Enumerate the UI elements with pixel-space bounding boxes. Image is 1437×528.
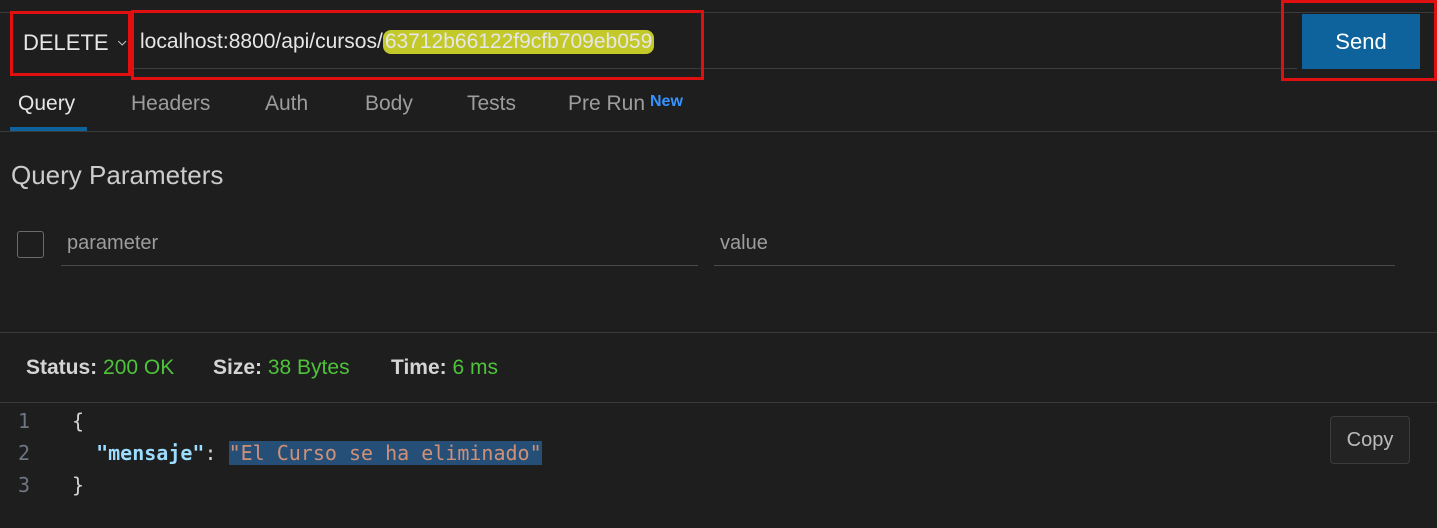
code-line: { — [72, 409, 84, 433]
value-input[interactable]: value — [714, 222, 1395, 266]
time-label: Time: — [391, 356, 447, 379]
url-text[interactable]: localhost:8800/api/cursos/63712b66122f9c… — [140, 14, 1290, 69]
response-divider — [0, 402, 1437, 403]
tab-auth[interactable]: Auth — [265, 92, 308, 116]
time-value: 6 ms — [452, 356, 498, 379]
line-number: 1 — [18, 409, 31, 433]
line-number: 2 — [18, 441, 31, 465]
line-number: 3 — [18, 473, 31, 497]
size-label: Size: — [213, 356, 263, 379]
json-close-brace: } — [72, 473, 85, 497]
method-dropdown[interactable]: DELETE — [13, 14, 127, 72]
json-string-value: "El Curso se ha eliminado" — [228, 441, 542, 465]
status-label: Status: — [26, 356, 98, 379]
status-value: 200 OK — [103, 356, 175, 379]
tab-tests[interactable]: Tests — [467, 92, 516, 116]
tab-body[interactable]: Body — [365, 92, 413, 116]
tab-query[interactable]: Query — [18, 92, 75, 116]
url-prefix: localhost:8800/api/cursos/ — [140, 29, 383, 53]
send-button[interactable]: Send — [1302, 14, 1420, 69]
new-badge: New — [650, 93, 683, 110]
tab-prerun[interactable]: Pre Run — [568, 92, 645, 116]
query-parameters-title: Query Parameters — [11, 160, 224, 190]
request-tabs: Query Headers Auth Body Tests Pre Run Ne… — [0, 84, 1437, 132]
top-border — [0, 12, 1437, 13]
section-divider — [0, 332, 1437, 333]
chevron-down-icon — [117, 40, 127, 46]
parameter-input[interactable]: parameter — [61, 222, 698, 266]
code-line: } — [72, 473, 84, 497]
parameter-checkbox[interactable] — [17, 231, 44, 258]
json-key: "mensaje" — [96, 441, 205, 465]
tab-headers[interactable]: Headers — [131, 92, 210, 116]
method-label: DELETE — [23, 30, 109, 55]
url-field[interactable]: localhost:8800/api/cursos/63712b66122f9c… — [133, 14, 1297, 69]
code-line: "mensaje": "El Curso se ha eliminado" — [72, 441, 542, 465]
url-id-highlighted: 63712b66122f9cfb709eb059 — [382, 29, 655, 54]
active-tab-indicator — [10, 127, 87, 131]
json-open-brace: { — [72, 409, 85, 433]
json-separator: : — [204, 441, 229, 465]
copy-button[interactable]: Copy — [1330, 416, 1410, 464]
size-value: 38 Bytes — [267, 356, 350, 379]
